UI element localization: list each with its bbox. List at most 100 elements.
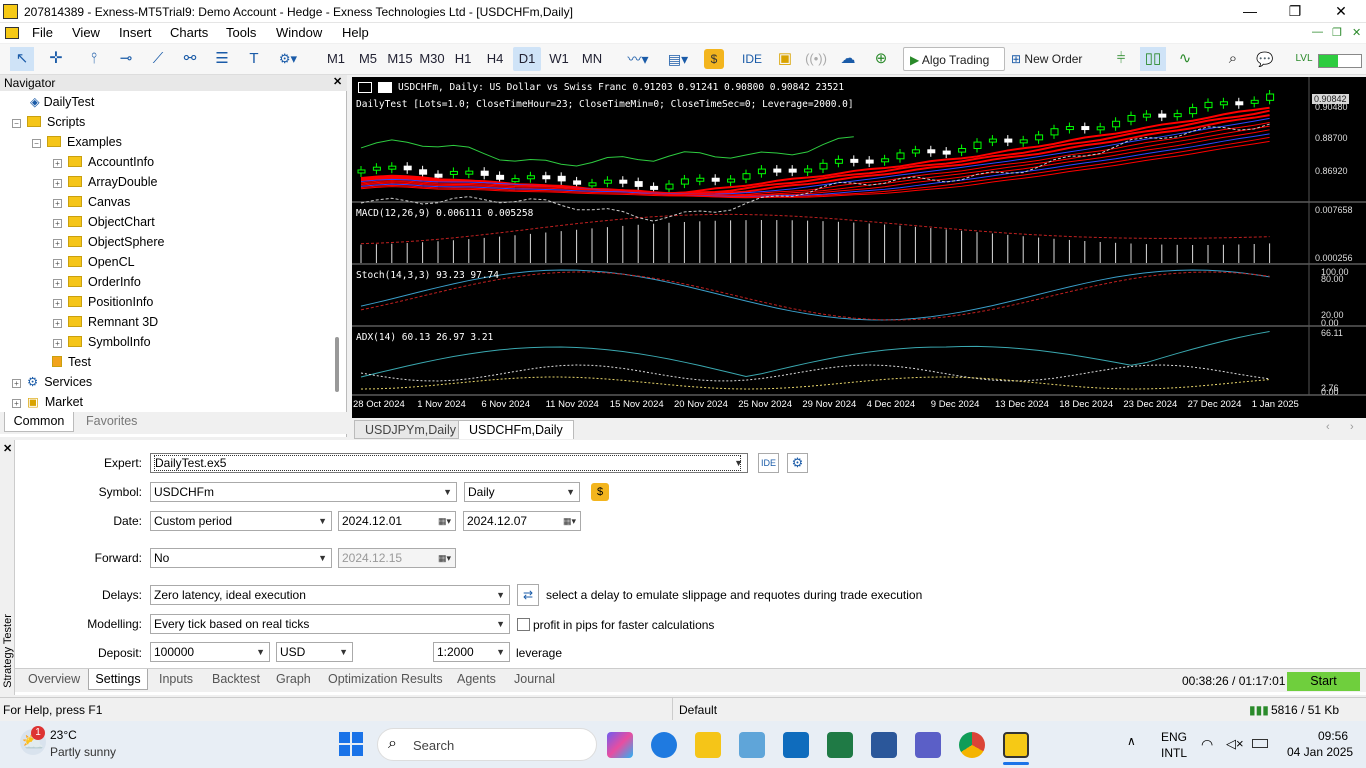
lang-primary[interactable]: ENG [1161,730,1187,744]
expand-icon[interactable]: + [12,379,21,388]
deposit-select[interactable]: 100000 ▼ [150,642,270,662]
tab-favorites[interactable]: Favorites [86,414,137,428]
horizontal-line-icon[interactable]: ⊸ [114,47,138,71]
timeframe-d1[interactable]: D1 [513,47,541,71]
tester-close-icon[interactable]: ✕ [3,442,12,455]
menu-insert[interactable]: Insert [119,25,152,40]
calendar-icon[interactable]: ▦▾ [438,512,451,530]
tab-graph[interactable]: Graph [276,672,311,686]
nav-item-objectsphere[interactable]: + ObjectSphere [53,232,164,252]
word-icon[interactable] [871,732,897,758]
nav-item-scripts[interactable]: − Scripts [12,112,85,132]
tab-inputs[interactable]: Inputs [159,672,193,686]
fibonacci-icon[interactable]: ☰ [210,47,234,71]
market-icon[interactable]: $ [704,49,724,69]
collapse-icon[interactable]: − [32,139,41,148]
teams-icon[interactable] [915,732,941,758]
tab-usdchfm-daily[interactable]: USDCHFm,Daily [458,420,574,439]
shop-bag-icon[interactable]: ▣ [774,47,796,71]
expand-icon[interactable]: + [53,239,62,248]
windows-start-icon[interactable] [339,732,363,756]
chart-type-icon[interactable]: 〰▾ [620,47,656,71]
date-from-field[interactable]: 2024.12.01 ▦▾ [338,511,456,531]
bar-chart-icon[interactable]: ⫩ [1110,47,1132,71]
nav-item-dailytest[interactable]: ◈ DailyTest [30,92,94,112]
nav-item-remnant3d[interactable]: + Remnant 3D [53,312,158,332]
crosshair-icon[interactable]: ✛ [44,47,68,71]
trendline-icon[interactable]: ⟋ [146,47,170,71]
expand-icon[interactable]: + [12,399,21,408]
tab-backtest[interactable]: Backtest [212,672,260,686]
timeframe-mn[interactable]: MN [578,47,606,71]
nav-item-orderinfo[interactable]: + OrderInfo [53,272,141,292]
expand-icon[interactable]: + [53,179,62,188]
chart-menu-icon[interactable] [358,82,372,93]
vps-icon[interactable]: ⊕ [869,47,893,71]
new-order-button[interactable]: ⊞ New Order [1011,47,1095,71]
symbol-properties-icon[interactable]: $ [591,483,609,501]
minimize-icon[interactable]: — [1240,3,1260,19]
nav-item-services[interactable]: + ⚙ Services [12,372,92,392]
tester-ide-button[interactable]: IDE [758,453,779,473]
date-mode-select[interactable]: Custom period ▼ [150,511,332,531]
volume-muted-icon[interactable]: ◁× [1226,736,1244,752]
clock-time[interactable]: 09:56 [1318,729,1348,743]
timeframe-m1[interactable]: M1 [322,47,350,71]
mdi-restore-icon[interactable]: ❐ [1332,26,1342,39]
lang-secondary[interactable]: INTL [1161,746,1187,760]
timeframe-w1[interactable]: W1 [546,47,572,71]
expand-icon[interactable]: + [53,339,62,348]
pips-checkbox[interactable] [517,618,530,631]
menu-charts[interactable]: Charts [170,25,208,40]
tab-usdjpym-daily[interactable]: USDJPYm,Daily [354,420,467,439]
excel-icon[interactable] [827,732,853,758]
taskbar-search-box[interactable]: ⌕ Search [377,728,597,761]
navigator-close-icon[interactable]: ✕ [333,75,342,88]
nav-item-examples[interactable]: − Examples [32,132,122,152]
tab-optimization-results[interactable]: Optimization Results [328,672,443,686]
nav-item-canvas[interactable]: + Canvas [53,192,130,212]
nav-item-objectchart[interactable]: + ObjectChart [53,212,155,232]
tab-common[interactable]: Common [4,412,74,432]
menu-file[interactable]: File [32,25,53,40]
line-chart-icon[interactable]: ∿ [1174,47,1196,71]
expand-icon[interactable]: + [53,199,62,208]
mdi-close-icon[interactable]: ✕ [1352,26,1361,39]
period-select[interactable]: Daily ▼ [464,482,580,502]
mdi-minimize-icon[interactable]: — [1312,26,1323,38]
menu-help[interactable]: Help [342,25,369,40]
close-icon[interactable]: ✕ [1331,3,1351,19]
tab-agents[interactable]: Agents [457,672,496,686]
nav-item-test[interactable]: Test [52,352,91,372]
edge-icon[interactable] [651,732,677,758]
expand-icon[interactable]: + [53,259,62,268]
tab-scroll-right-icon[interactable]: › [1350,421,1354,433]
timeframe-h4[interactable]: H4 [482,47,508,71]
expand-icon[interactable]: + [53,319,62,328]
expert-select[interactable]: DailyTest.ex5 ▼ [150,453,748,473]
modelling-select[interactable]: Every tick based on real ticks ▼ [150,614,510,634]
shapes-dropdown-icon[interactable]: ⚙▾ [270,47,306,71]
photos-icon[interactable] [739,732,765,758]
nav-item-symbolinfo[interactable]: + SymbolInfo [53,332,151,352]
vertical-line-icon[interactable]: ⫯ [82,47,106,71]
expert-settings-gear-icon[interactable]: ⚙ [787,453,808,473]
calendar-icon[interactable]: ▦▾ [563,512,576,530]
nav-item-market[interactable]: + ▣ Market [12,392,83,410]
algo-trading-button[interactable]: ▶ Algo Trading [903,47,1005,71]
navigator-scrollbar[interactable] [335,337,339,392]
expand-icon[interactable]: + [53,159,62,168]
restore-icon[interactable]: ❐ [1285,3,1305,19]
nav-item-accountinfo[interactable]: + AccountInfo [53,152,154,172]
menu-view[interactable]: View [72,25,100,40]
exness-terminal-icon[interactable] [1003,732,1029,758]
timeframe-h1[interactable]: H1 [450,47,476,71]
expand-icon[interactable]: + [53,299,62,308]
menu-tools[interactable]: Tools [226,25,256,40]
battery-icon[interactable] [1252,739,1268,748]
tab-journal[interactable]: Journal [514,672,555,686]
outlook-icon[interactable] [783,732,809,758]
ide-button[interactable]: IDE [737,47,767,71]
expand-icon[interactable]: + [53,279,62,288]
file-explorer-icon[interactable] [695,732,721,758]
